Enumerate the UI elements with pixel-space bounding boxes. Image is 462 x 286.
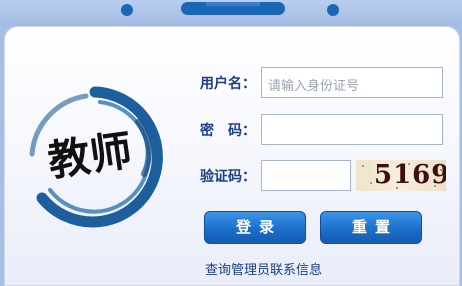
reset-button[interactable]: 重置: [320, 211, 422, 244]
password-field[interactable]: [261, 114, 443, 145]
captcha-field[interactable]: [261, 160, 351, 191]
logo-text: 教师: [45, 126, 135, 186]
left-dot-decoration: [121, 4, 133, 16]
teacher-logo: 教师: [29, 86, 163, 228]
captcha-label: 验证码：: [200, 169, 256, 185]
username-field[interactable]: 请输入身份证号: [261, 67, 443, 98]
login-button[interactable]: 登录: [204, 211, 306, 244]
right-dot-decoration: [327, 4, 339, 16]
username-label: 用户名：: [200, 76, 256, 92]
captcha-code: 5169: [374, 160, 446, 190]
password-label: 密 码：: [200, 123, 256, 139]
handle-notch: [206, 2, 260, 6]
captcha-noise: [370, 182, 372, 184]
captcha-noise: [362, 165, 364, 167]
username-placeholder: 请输入身份证号: [268, 79, 360, 94]
admin-contact-link[interactable]: 查询管理员联系信息: [205, 259, 322, 278]
captcha-image[interactable]: 5169: [356, 160, 446, 191]
top-handle-decoration: [181, 2, 285, 15]
top-bar: [0, 0, 462, 26]
